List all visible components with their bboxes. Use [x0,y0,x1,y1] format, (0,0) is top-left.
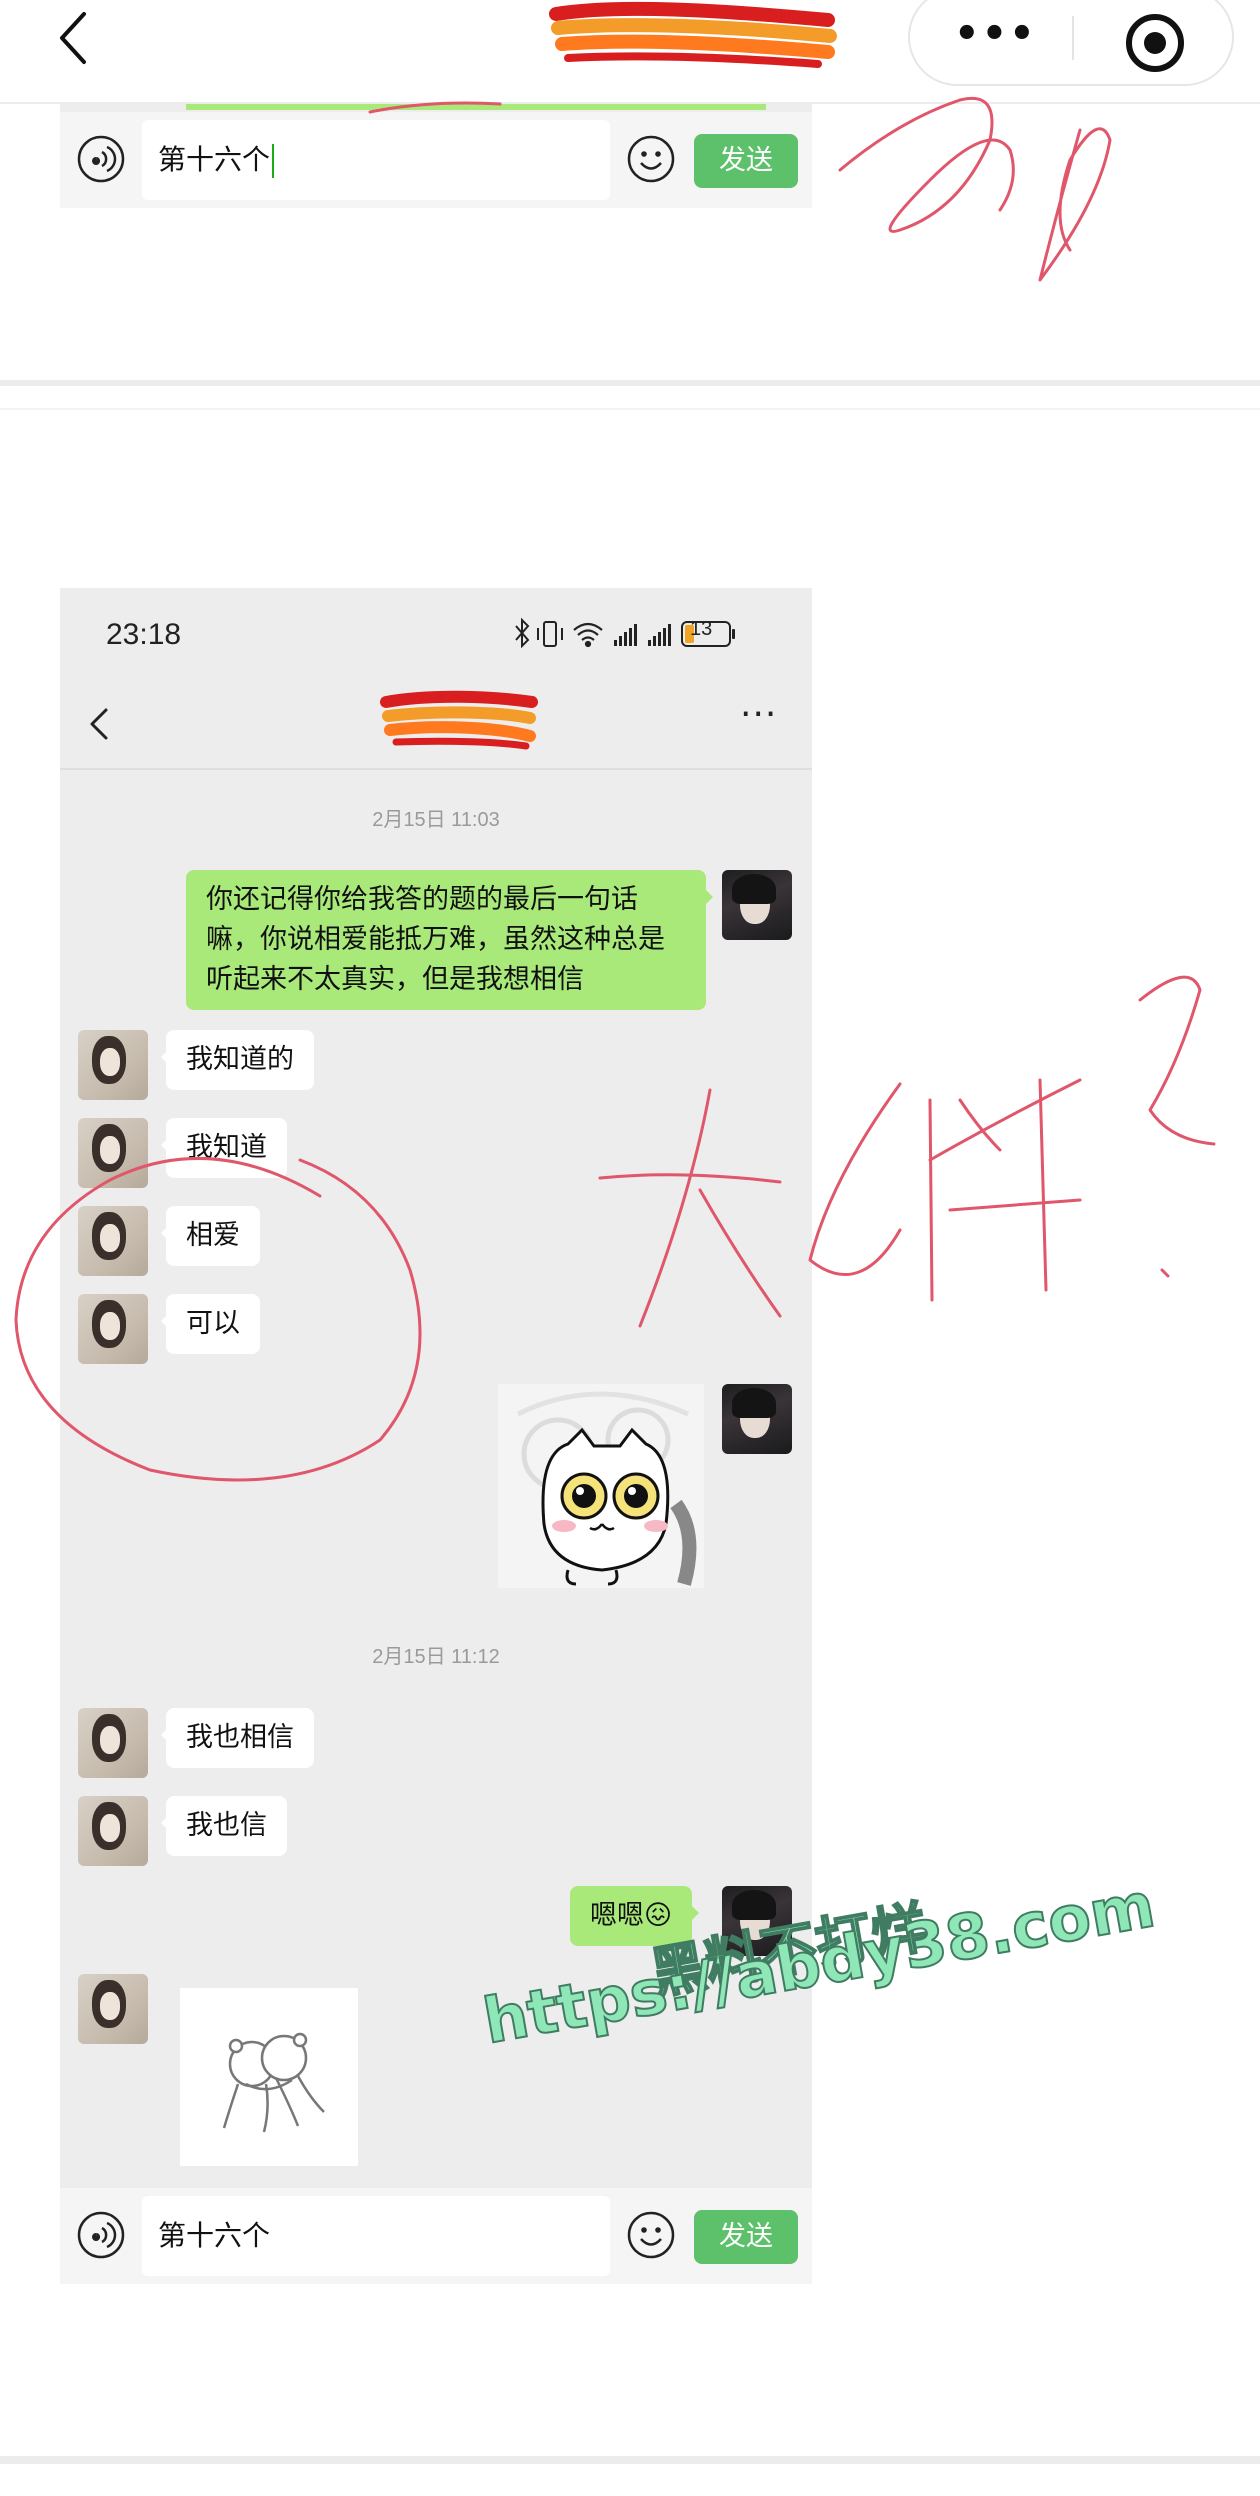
status-time: 23:18 [106,618,182,651]
cat-sticker[interactable] [498,1384,704,1588]
section-divider [0,408,1260,410]
app-top-bar: ••• [0,0,1260,104]
incoming-message[interactable]: 我知道的 [161,1030,314,1090]
record-target-icon[interactable] [1124,12,1186,74]
contact-avatar[interactable] [78,1708,148,1778]
message-input[interactable]: 第十六个 [142,2196,610,2276]
my-avatar[interactable] [722,1384,792,1454]
incoming-message[interactable]: 相爱 [161,1206,260,1266]
chat-screenshot: 23:18 13 ··· 2月15日 11:03 你还记得你给我答的题的最后一句… [60,588,812,2284]
hug-sticker-drawing [222,2032,325,2133]
voice-icon[interactable] [76,134,126,184]
signal-icon-2 [648,624,671,646]
contact-avatar[interactable] [78,1206,148,1276]
emoji-icon[interactable] [626,2210,676,2260]
chat-input-bar: 第十六个 发送 [60,112,812,208]
capsule-divider [1072,16,1074,60]
voice-icon[interactable] [76,2210,126,2260]
incoming-message[interactable]: 我也信 [161,1796,287,1856]
bluetooth-icon [515,617,530,649]
incoming-message[interactable]: 我知道 [161,1118,287,1178]
chevron-left-icon[interactable] [82,702,122,746]
more-dots-icon[interactable]: ••• [954,14,1035,64]
message-timestamp: 2月15日 11:12 [372,1646,500,1668]
incoming-message[interactable]: 可以 [161,1294,260,1354]
status-bar: 23:18 13 [60,588,812,680]
status-icons [515,617,735,649]
message-input[interactable]: 第十六个 [142,120,610,200]
section-divider [0,380,1260,386]
my-avatar[interactable] [722,870,792,940]
redacted-title-scribble [549,1,837,68]
annotation-scribble-top [838,97,1015,233]
send-button[interactable]: 发送 [694,2210,798,2264]
vibrate-icon [537,621,563,647]
send-button[interactable]: 发送 [694,134,798,188]
contact-avatar[interactable] [78,1030,148,1100]
more-dots-icon[interactable]: ··· [740,694,777,735]
section-divider [0,2456,1260,2464]
contact-avatar[interactable] [78,1294,148,1364]
wifi-icon [573,622,603,648]
cat-sticker-drawing [498,1384,704,1588]
contact-avatar[interactable] [78,1974,148,2044]
contact-avatar[interactable] [78,1796,148,1866]
outgoing-message[interactable]: 你还记得你给我答的题的最后一句话嘛，你说相爱能抵万难，虽然这种总是听起来不太真实… [186,870,713,1010]
hug-sticker[interactable] [180,1988,358,2166]
text-caret [272,144,275,178]
signal-icon [614,624,637,646]
message-timestamp: 2月15日 11:03 [372,809,500,831]
chevron-left-icon[interactable] [44,8,104,68]
chat-input-bar: 第十六个 发送 [60,2188,812,2284]
incoming-message[interactable]: 我也相信 [161,1708,314,1768]
emoji-icon[interactable] [626,134,676,184]
contact-avatar[interactable] [78,1118,148,1188]
mini-program-capsule: ••• [908,0,1234,86]
redacted-name-scribble [380,690,538,750]
chat-header: ··· [60,680,812,770]
battery-level: 13 [690,618,713,640]
